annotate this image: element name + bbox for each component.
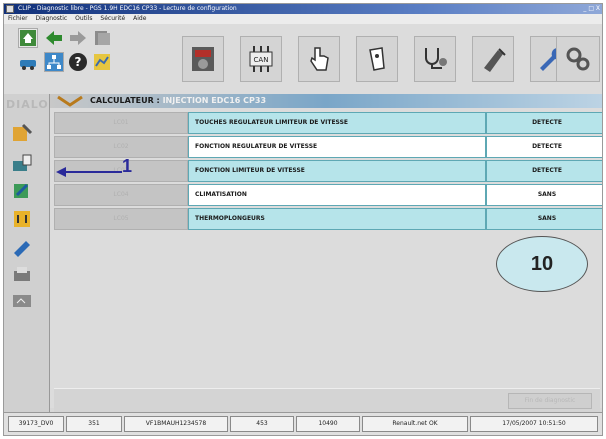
svg-text:CAN: CAN: [254, 56, 269, 64]
graph-icon[interactable]: [92, 52, 112, 72]
repair-icon[interactable]: [10, 180, 34, 202]
syringe-icon[interactable]: [472, 36, 514, 82]
config-label: THERMOPLONGEURS: [188, 208, 486, 230]
calculator-label: CALCULATEUR :: [90, 96, 160, 105]
ecu-config-icon[interactable]: [10, 152, 34, 174]
left-panel: DIALO: [4, 94, 50, 412]
config-label: CLIMATISATION: [188, 184, 486, 206]
bottom-action-bar: Fin de diagnostic: [54, 388, 600, 412]
status-cell-vin: VF1BMAUH1234578: [124, 416, 228, 432]
arrow-left-icon[interactable]: [44, 28, 64, 48]
config-row[interactable]: LC05 THERMOPLONGEURS SANS: [54, 208, 602, 230]
injection-icon[interactable]: [10, 236, 34, 258]
key-icon[interactable]: [356, 36, 398, 82]
status-bar: 39173_DV0 351 VF1BMAUH1234578 453 10490 …: [4, 412, 602, 435]
status-cell-id: 351: [66, 416, 122, 432]
config-code: LC01: [54, 112, 188, 134]
network-icon[interactable]: [44, 52, 64, 72]
app-icon: [6, 5, 14, 13]
window-title: CLIP - Diagnostic libre - PGS 1.9H EDC16…: [18, 5, 237, 12]
hand-pointer-icon[interactable]: [298, 36, 340, 82]
car-icon[interactable]: [18, 52, 38, 72]
title-bar: CLIP - Diagnostic libre - PGS 1.9H EDC16…: [4, 4, 602, 14]
stethoscope-icon[interactable]: [414, 36, 456, 82]
svg-text:?: ?: [75, 55, 82, 69]
dialog-label: DIALO: [6, 98, 49, 111]
menu-outils[interactable]: Outils: [75, 15, 92, 22]
status-cell-code: 453: [230, 416, 294, 432]
config-label: FONCTION REGULATEUR DE VITESSE: [188, 136, 486, 158]
annotation-bubble: 10: [496, 236, 588, 292]
config-value: SANS: [486, 208, 602, 230]
calculator-title: CALCULATEUR : INJECTION EDC16 CP33: [90, 96, 266, 105]
menu-securite[interactable]: Sécurité: [100, 15, 125, 22]
home-icon[interactable]: [18, 28, 38, 48]
config-value: DETECTE: [486, 112, 602, 134]
calculator-name: INJECTION EDC16 CP33: [162, 96, 267, 105]
document-icon[interactable]: [92, 28, 112, 48]
status-cell-site: 39173_DV0: [8, 416, 64, 432]
end-diagnostic-button[interactable]: Fin de diagnostic: [508, 393, 592, 409]
calculator-header: CALCULATEUR : INJECTION EDC16 CP33: [50, 94, 602, 108]
config-value: DETECTE: [486, 160, 602, 182]
chevron-down-icon: [57, 95, 83, 107]
config-row[interactable]: LC03 FONCTION LIMITEUR DE VITESSE DETECT…: [54, 160, 602, 182]
config-value: DETECTE: [486, 136, 602, 158]
multimeter-icon[interactable]: [182, 36, 224, 82]
app-window: CLIP - Diagnostic libre - PGS 1.9H EDC16…: [3, 3, 603, 436]
menu-diagnostic[interactable]: Diagnostic: [36, 15, 68, 22]
toolbar: ? CAN: [4, 24, 602, 94]
menu-aide[interactable]: Aide: [133, 15, 146, 22]
tools-icon[interactable]: [10, 122, 34, 144]
config-code: LC04: [54, 184, 188, 206]
status-cell-number: 10490: [296, 416, 360, 432]
status-cell-network: Renault.net OK: [362, 416, 468, 432]
transfer-icon[interactable]: [10, 208, 34, 230]
menu-bar: Fichier Diagnostic Outils Sécurité Aide: [4, 14, 602, 24]
printer-icon[interactable]: [10, 264, 34, 286]
config-label: TOUCHES REGULATEUR LIMITEUR DE VITESSE: [188, 112, 486, 134]
help-icon[interactable]: ?: [68, 52, 88, 72]
menu-fichier[interactable]: Fichier: [8, 15, 28, 22]
arrow-right-icon[interactable]: [68, 28, 88, 48]
status-cell-datetime: 17/05/2007 10:51:50: [470, 416, 598, 432]
config-value: SANS: [486, 184, 602, 206]
config-code: LC05: [54, 208, 188, 230]
config-label: FONCTION LIMITEUR DE VITESSE: [188, 160, 486, 182]
config-row[interactable]: LC02 FONCTION REGULATEUR DE VITESSE DETE…: [54, 136, 602, 158]
can-bus-icon[interactable]: CAN: [240, 36, 282, 82]
annotation-arrow: [56, 167, 122, 177]
gears-icon[interactable]: [556, 36, 600, 82]
config-row[interactable]: LC01 TOUCHES REGULATEUR LIMITEUR DE VITE…: [54, 112, 602, 134]
measure-icon[interactable]: [10, 290, 34, 312]
annotation-arrow-label: 1: [122, 156, 133, 176]
window-controls[interactable]: _ □ X: [583, 4, 600, 14]
config-code: LC02: [54, 136, 188, 158]
config-row[interactable]: LC04 CLIMATISATION SANS: [54, 184, 602, 206]
